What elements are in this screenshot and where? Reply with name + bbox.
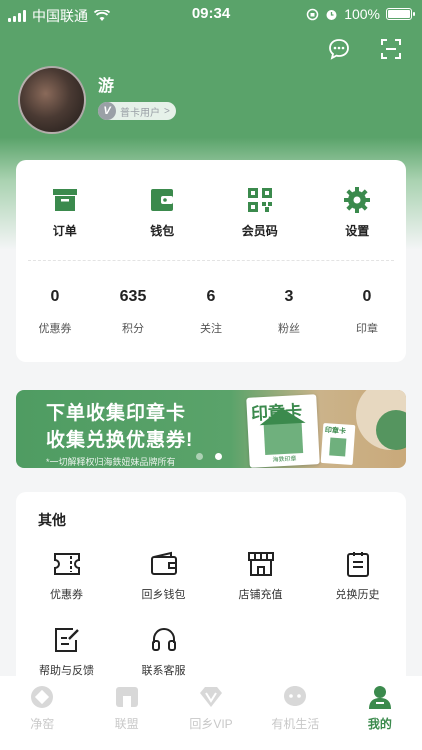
service-wallet[interactable]: 回乡钱包	[115, 550, 212, 602]
stat-value: 3	[284, 288, 294, 305]
order-button[interactable]: 订单	[16, 186, 114, 239]
carousel-dot[interactable]	[196, 453, 203, 460]
bottom-tab-bar: 净窑 联盟 回乡VIP 有机生活 我的	[0, 676, 422, 750]
divider	[28, 260, 394, 261]
banner-line1: 下单收集印章卡	[46, 403, 187, 424]
vip-label: 普卡用户	[120, 107, 160, 119]
stamp-card-sub: 海鉄印章	[272, 456, 297, 464]
account-card: 订单 钱包 会员码 设置 0 优惠券 635 积分 6 关注 3 粉丝 0 印章	[16, 160, 406, 362]
orientation-lock-icon	[306, 8, 319, 20]
tab-mine[interactable]: 我的	[338, 676, 422, 750]
tab-label: 回乡VIP	[189, 717, 233, 731]
profile-section[interactable]: 游 V 普卡用户 >	[18, 66, 176, 134]
vip-v-icon: V	[98, 102, 116, 120]
stat-following[interactable]: 6 关注	[172, 288, 250, 336]
stat-label: 关注	[200, 323, 222, 335]
stamp-card-image: 印章卡 海鉄印章	[246, 394, 320, 468]
clipboard-icon	[346, 552, 369, 577]
stat-value: 6	[206, 288, 216, 305]
shop-icon	[115, 687, 138, 707]
tab-home[interactable]: 净窑	[0, 676, 84, 750]
avatar[interactable]	[18, 66, 86, 134]
order-label: 订单	[52, 224, 77, 238]
stat-value: 0	[362, 288, 372, 305]
tab-label: 联盟	[114, 717, 139, 731]
stat-value: 0	[50, 288, 60, 305]
service-store-topup[interactable]: 店铺充值	[212, 550, 309, 602]
stat-label: 印章	[356, 323, 378, 335]
message-icon[interactable]	[326, 36, 352, 62]
member-code-button[interactable]: 会员码	[211, 186, 309, 239]
headset-icon	[151, 628, 176, 651]
edit-note-icon	[54, 628, 79, 652]
battery-percent: 100%	[344, 6, 380, 22]
service-label: 优惠券	[50, 589, 83, 601]
carousel-dots[interactable]	[196, 453, 222, 460]
user-icon	[368, 686, 391, 709]
mini-stamp-card: 印章卡	[320, 422, 356, 466]
wallet-button[interactable]: 钱包	[114, 186, 212, 239]
promo-banner[interactable]: 下单收集印章卡 收集兑换优惠券! *一切解释权归海鉄妞妹品牌所有 印章卡 海鉄印…	[16, 390, 406, 468]
services-card: 其他 优惠券 回乡钱包 店铺充值 兑换历史 帮助与反馈 联系客服	[16, 492, 406, 692]
banner-line2: 收集兑换优惠券!	[46, 430, 194, 451]
service-coupons[interactable]: 优惠券	[18, 550, 115, 602]
stat-label: 粉丝	[278, 323, 300, 335]
wallet-icon	[151, 189, 174, 211]
username: 游	[98, 78, 115, 95]
ticket-icon	[53, 553, 80, 575]
tab-label: 净窑	[30, 717, 55, 731]
stat-stamps[interactable]: 0 印章	[328, 288, 406, 336]
tab-vip[interactable]: 回乡VIP	[169, 676, 253, 750]
service-help-feedback[interactable]: 帮助与反馈	[18, 626, 115, 678]
services-title: 其他	[38, 512, 66, 528]
tab-alliance[interactable]: 联盟	[84, 676, 168, 750]
qr-code-icon	[247, 188, 272, 212]
service-label: 店铺充值	[238, 589, 283, 601]
carousel-dot-active[interactable]	[215, 453, 222, 460]
alarm-icon	[326, 9, 337, 20]
tab-label: 我的	[367, 717, 392, 731]
settings-button[interactable]: 设置	[309, 186, 407, 239]
order-box-icon	[52, 189, 77, 211]
service-customer-support[interactable]: 联系客服	[115, 626, 212, 678]
battery-icon	[386, 8, 415, 20]
stat-value: 635	[119, 288, 147, 305]
stat-label: 积分	[122, 323, 144, 335]
chat-bubble-icon	[284, 686, 307, 706]
stat-followers[interactable]: 3 粉丝	[250, 288, 328, 336]
scan-icon[interactable]	[378, 36, 404, 62]
gear-icon	[344, 187, 371, 213]
house-icon	[263, 421, 304, 455]
banner-note: *一切解释权归海鉄妞妹品牌所有	[46, 457, 176, 467]
diamond-icon	[200, 687, 223, 707]
service-label: 回乡钱包	[141, 589, 186, 601]
service-label: 兑换历史	[335, 589, 380, 601]
service-exchange-history[interactable]: 兑换历史	[309, 550, 406, 602]
vip-badge[interactable]: V 普卡用户 >	[98, 102, 176, 120]
member-code-label: 会员码	[241, 224, 278, 238]
tab-organic-life[interactable]: 有机生活	[253, 676, 337, 750]
mini-card-title: 印章卡	[324, 427, 347, 436]
house-icon	[329, 437, 347, 457]
settings-label: 设置	[345, 224, 370, 238]
stat-points[interactable]: 635 积分	[94, 288, 172, 336]
home-icon	[31, 686, 54, 708]
status-bar: 中国联通 09:34 100%	[0, 0, 422, 28]
stat-label: 优惠券	[38, 323, 72, 335]
tab-label: 有机生活	[271, 717, 320, 731]
chevron-right-icon: >	[164, 105, 170, 117]
wallet-label: 钱包	[150, 224, 175, 238]
store-icon	[247, 552, 274, 576]
wallet-outline-icon	[150, 551, 177, 575]
stat-coupons[interactable]: 0 优惠券	[16, 288, 94, 336]
